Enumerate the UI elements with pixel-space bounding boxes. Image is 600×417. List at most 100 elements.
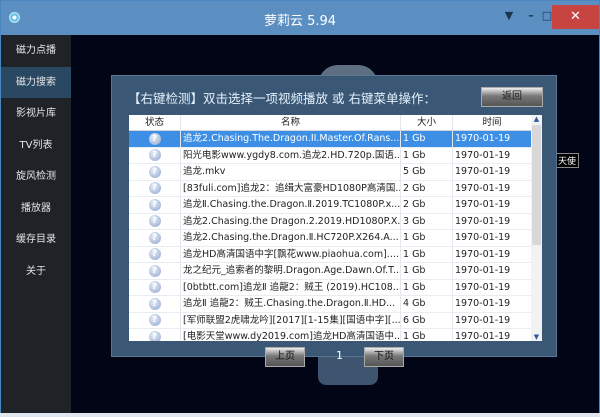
time-cell: 1970-01-19	[455, 265, 511, 276]
question-icon: ?	[148, 231, 161, 244]
size-cell: 4 Gb	[401, 296, 453, 312]
status-cell: ?	[129, 213, 181, 229]
status-cell: ?	[129, 246, 181, 262]
size-cell: 2 Gb	[401, 180, 453, 196]
table-header: 状态 名称 大小 时间	[129, 115, 542, 131]
table-row[interactable]: ? [电影天堂www.dy2019.com]追龙HD高清国语中... 1 Gb …	[129, 329, 542, 341]
close-button[interactable]: ✕	[552, 5, 599, 29]
prev-page-button[interactable]: 上页	[265, 347, 305, 367]
status-cell: ?	[129, 329, 181, 341]
back-button[interactable]: 返回	[481, 87, 543, 107]
sidebar-item[interactable]: 关于	[1, 256, 71, 288]
question-icon: ?	[148, 182, 161, 194]
table-row[interactable]: ? [83fuli.com]追龙2：追缉大富豪HD1080P高清国... 2 G…	[129, 180, 542, 197]
size-cell: 3 Gb	[401, 213, 453, 229]
time-cell: 1970-01-19	[455, 133, 511, 144]
title-bar: 萝莉云 5.94 ▼ – □ ✕	[1, 1, 599, 35]
scroll-down-arrow-icon[interactable]: ▼	[531, 333, 542, 341]
sidebar-item[interactable]: TV列表	[1, 130, 71, 162]
main-area: 天使 【右键检测】双击选择一项视频播放 或 右键菜单操作： 返回 状态 名称 大…	[71, 35, 599, 413]
table-row[interactable]: ? [军师联盟2虎啸龙吟][2017][1-15集][国语中字][... 6 G…	[129, 312, 542, 329]
time-cell: 1970-01-19	[455, 331, 511, 341]
status-cell: ?	[129, 279, 181, 295]
minimize-button[interactable]: –	[521, 7, 541, 27]
time-cell: 1970-01-19	[455, 314, 511, 326]
column-header-size[interactable]: 大小	[401, 115, 453, 130]
column-header-name[interactable]: 名称	[181, 115, 401, 130]
question-icon: ?	[148, 149, 161, 161]
status-cell: ?	[129, 197, 181, 213]
name-cell: 追龙2.Chasing.the.Dragon.Ⅱ.HC720P.X264.A..…	[181, 230, 401, 246]
name-cell: [军师联盟2虎啸龙吟][2017][1-15集][国语中字][...	[181, 312, 401, 328]
status-cell: ?	[129, 312, 181, 328]
table-row[interactable]: ? 阳光电影www.ygdy8.com.追龙2.HD.720p.国语... 1 …	[129, 147, 542, 164]
question-icon: ?	[148, 198, 161, 211]
table-row[interactable]: ? 追龙2.Chasing.the Dragon.2.2019.HD1080P.…	[129, 213, 542, 230]
page-number: 1	[336, 349, 343, 362]
table-row[interactable]: ? 追龙.mkv 5 Gb 1970-01-19	[129, 164, 542, 181]
time-cell: 1970-01-19	[455, 248, 511, 260]
app-window: 萝莉云 5.94 ▼ – □ ✕ 磁力点播 磁力搜索 影视片库 TV列表 旋风检测 播放器…	[0, 0, 600, 413]
sidebar-item[interactable]: 磁力搜索	[1, 66, 71, 98]
size-cell: 1 Gb	[401, 279, 453, 295]
question-icon: ?	[148, 314, 161, 326]
desktop-strip	[0, 413, 600, 417]
results-dialog: 【右键检测】双击选择一项视频播放 或 右键菜单操作： 返回 状态 名称 大小 时…	[111, 75, 557, 367]
status-cell: ?	[129, 296, 181, 312]
name-cell: 追龙2.Chasing.the Dragon.2.2019.HD1080P.X.…	[181, 213, 401, 229]
sidebar-item[interactable]: 播放器	[1, 193, 71, 225]
status-cell: ?	[129, 164, 181, 180]
question-icon: ?	[148, 297, 161, 310]
scrollbar-thumb[interactable]	[532, 125, 541, 245]
sidebar-item[interactable]: 影视片库	[1, 98, 71, 130]
name-cell: 追龙2.Chasing.The.Dragon.II.Master.Of.Rans…	[181, 131, 401, 147]
menu-dropdown-icon[interactable]: ▼	[499, 7, 519, 27]
time-cell: 1970-01-19	[455, 215, 511, 227]
name-cell: 追龙HD高清国语中字[飘花www.piaohua.com]....	[181, 246, 401, 262]
time-cell: 1970-01-19	[455, 182, 511, 194]
name-cell: [83fuli.com]追龙2：追缉大富豪HD1080P高清国...	[181, 180, 401, 196]
table-row[interactable]: ? 追龙HD高清国语中字[飘花www.piaohua.com].... 1 Gb…	[129, 246, 542, 263]
question-icon: ?	[148, 330, 161, 341]
next-page-button[interactable]: 下页	[364, 347, 404, 367]
table-row[interactable]: ? 追龙Ⅱ.Chasing.the.Dragon.Ⅱ.2019.TC1080P.…	[129, 197, 542, 214]
status-cell: ?	[129, 230, 181, 246]
question-icon: ?	[148, 165, 161, 178]
name-cell: 追龙.mkv	[181, 164, 401, 180]
scroll-up-arrow-icon[interactable]: ▲	[531, 115, 542, 123]
time-cell: 1970-01-19	[455, 199, 511, 210]
table-scrollbar[interactable]: ▲ ▼	[531, 115, 542, 341]
status-cell: ?	[129, 180, 181, 196]
name-cell: 追龙Ⅱ 追龍2：贼王.Chasing.the.Dragon.Ⅱ.HD...	[181, 296, 401, 312]
size-cell: 1 Gb	[401, 246, 453, 262]
size-cell: 6 Gb	[401, 312, 453, 328]
size-cell: 2 Gb	[401, 197, 453, 213]
question-icon: ?	[148, 132, 161, 145]
column-header-time[interactable]: 时间	[453, 115, 531, 130]
table-row[interactable]: ? [0btbtt.com]追龙Ⅱ 追龍2：贼王 (2019).HC108...…	[129, 279, 542, 296]
dialog-title: 【右键检测】双击选择一项视频播放 或 右键菜单操作：	[128, 91, 436, 106]
table-row[interactable]: ? 追龙Ⅱ 追龍2：贼王.Chasing.the.Dragon.Ⅱ.HD... …	[129, 296, 542, 313]
results-table: 状态 名称 大小 时间 ? 追龙2.Chasing.The.Dragon.II.…	[129, 115, 542, 341]
table-row[interactable]: ? 追龙2.Chasing.the.Dragon.Ⅱ.HC720P.X264.A…	[129, 230, 542, 247]
status-cell: ?	[129, 131, 181, 147]
time-cell: 1970-01-19	[455, 232, 511, 243]
size-cell: 1 Gb	[401, 131, 453, 147]
sidebar-item[interactable]: 旋风检测	[1, 161, 71, 193]
time-cell: 1970-01-19	[455, 166, 511, 177]
size-cell: 1 Gb	[401, 329, 453, 341]
sidebar: 磁力点播 磁力搜索 影视片库 TV列表 旋风检测 播放器 缓存目录 关于	[1, 35, 71, 413]
table-row[interactable]: ? 龙之纪元_追索者的黎明.Dragon.Age.Dawn.Of.T... 1 …	[129, 263, 542, 280]
time-cell: 1970-01-19	[455, 298, 511, 309]
name-cell: 阳光电影www.ygdy8.com.追龙2.HD.720p.国语...	[181, 147, 401, 163]
name-cell: 龙之纪元_追索者的黎明.Dragon.Age.Dawn.Of.T...	[181, 263, 401, 279]
table-row[interactable]: ? 追龙2.Chasing.The.Dragon.II.Master.Of.Ra…	[129, 131, 542, 148]
column-header-status[interactable]: 状态	[129, 115, 181, 130]
sidebar-item[interactable]: 磁力点播	[1, 35, 71, 67]
size-cell: 1 Gb	[401, 147, 453, 163]
sidebar-item[interactable]: 缓存目录	[1, 224, 71, 256]
question-icon: ?	[148, 248, 161, 260]
name-cell: [0btbtt.com]追龙Ⅱ 追龍2：贼王 (2019).HC108...	[181, 279, 401, 295]
status-cell: ?	[129, 147, 181, 163]
background-tag: 天使	[555, 153, 580, 168]
